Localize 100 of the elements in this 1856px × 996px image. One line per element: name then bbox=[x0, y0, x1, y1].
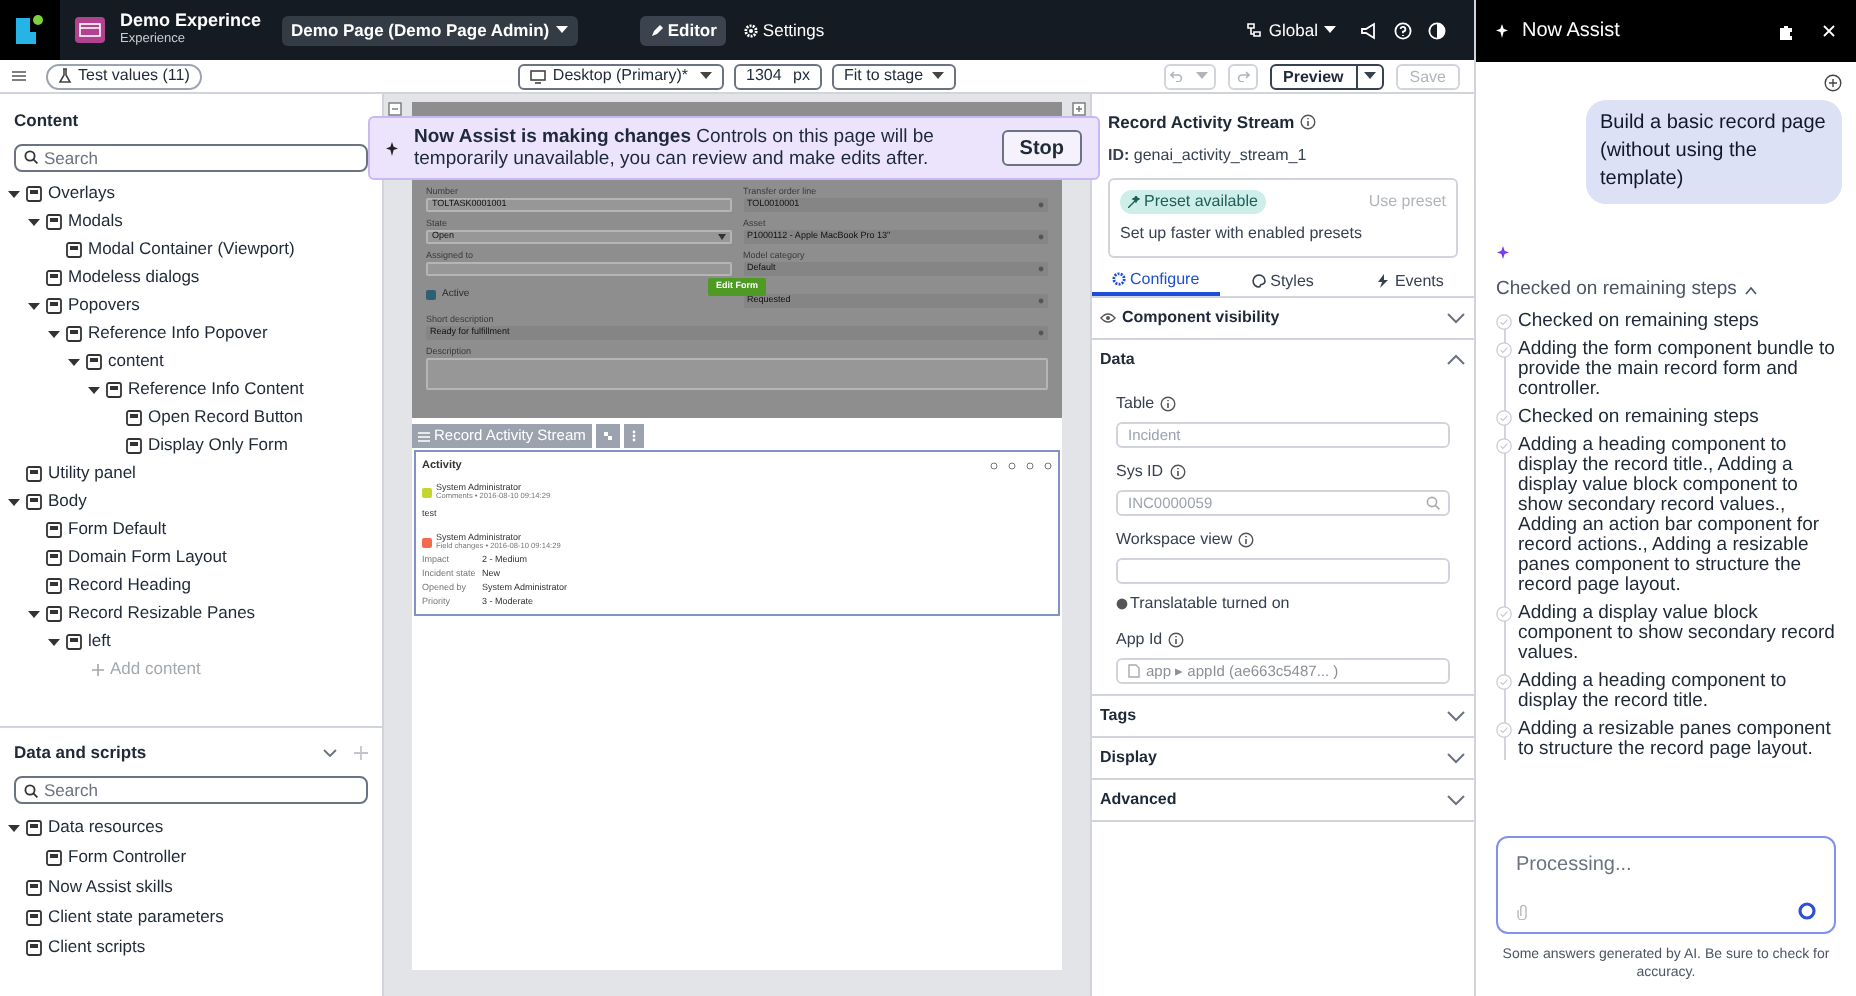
lock-icon bbox=[1038, 234, 1044, 240]
stop-icon[interactable] bbox=[1798, 902, 1816, 920]
collapse-icon[interactable] bbox=[388, 102, 402, 116]
tree-item[interactable]: Modeless dialogs bbox=[68, 264, 200, 291]
progress-step: Adding a heading component to display the record title. bbox=[1518, 672, 1836, 713]
menu-icon[interactable] bbox=[12, 70, 26, 82]
banner-message: Now Assist is making changes Controls on this page will be temporarily unavailable, you can review and make edits after. bbox=[414, 126, 936, 170]
tree-item[interactable]: Now Assist skills bbox=[48, 874, 173, 900]
tree-item[interactable]: Reference Info Content bbox=[128, 376, 304, 403]
section-header[interactable]: Component visibility bbox=[1092, 297, 1474, 338]
tree-item[interactable]: Reference Info Popover bbox=[88, 320, 268, 347]
stop-button[interactable]: Stop bbox=[1001, 130, 1082, 166]
tree-item[interactable]: Form Default bbox=[68, 516, 167, 543]
component-title: Record Activity Stream bbox=[1108, 110, 1295, 136]
tree-item[interactable]: Popovers bbox=[68, 292, 140, 319]
field-label: Table bbox=[1116, 391, 1155, 416]
properties-tab[interactable]: Events bbox=[1346, 267, 1475, 296]
scope-selector[interactable]: Global bbox=[1246, 17, 1336, 43]
flask-icon bbox=[58, 68, 72, 84]
message-input[interactable]: Processing... bbox=[1516, 850, 1816, 880]
message-field[interactable]: Processing... bbox=[1496, 836, 1836, 934]
puzzle-icon[interactable] bbox=[1778, 23, 1794, 39]
tree-item[interactable]: Data resources bbox=[48, 814, 164, 840]
tree-item[interactable]: Record Resizable Panes bbox=[68, 600, 256, 627]
caret-icon[interactable] bbox=[8, 187, 20, 200]
component-icon bbox=[26, 185, 42, 202]
info-icon bbox=[1168, 631, 1185, 648]
new-chat-icon[interactable] bbox=[1824, 74, 1842, 92]
document-icon bbox=[1128, 663, 1140, 678]
caret-icon bbox=[1363, 72, 1376, 80]
megaphone-icon[interactable] bbox=[1360, 21, 1378, 39]
width-field[interactable]: 1304 px bbox=[734, 63, 822, 89]
list-icon bbox=[418, 431, 430, 441]
mode-tab[interactable]: Editor bbox=[639, 15, 727, 45]
experience-title: Demo Experince bbox=[120, 12, 262, 31]
component-icon bbox=[66, 241, 82, 258]
caret-icon bbox=[1324, 26, 1336, 34]
page-selector[interactable]: Demo Page (Demo Page Admin) bbox=[281, 15, 578, 45]
caret-icon bbox=[717, 234, 725, 240]
tree-item[interactable]: Overlays bbox=[48, 180, 116, 207]
component-icon bbox=[66, 325, 82, 342]
lock-icon bbox=[1038, 266, 1044, 272]
component-icon bbox=[46, 605, 62, 622]
caret-icon[interactable] bbox=[8, 495, 20, 508]
tree-item[interactable]: Modal Container (Viewport) bbox=[88, 236, 295, 263]
field-label: Sys ID bbox=[1116, 459, 1164, 484]
more-icon bbox=[631, 430, 636, 442]
user-message: Build a basic record page (without using the template) bbox=[1586, 100, 1842, 204]
caret-icon[interactable] bbox=[88, 383, 100, 396]
caret-icon[interactable] bbox=[28, 215, 40, 228]
tree-item[interactable]: content bbox=[108, 348, 164, 375]
tree-item[interactable]: Modals bbox=[68, 208, 123, 235]
search-field[interactable]: Search bbox=[14, 776, 368, 804]
hierarchy-icon bbox=[1246, 22, 1263, 38]
search-field[interactable]: Search bbox=[14, 143, 368, 172]
contrast-icon[interactable] bbox=[1428, 21, 1446, 39]
progress-step: Adding a resizable panes component to structure the record page layout. bbox=[1518, 720, 1836, 761]
checkbox[interactable] bbox=[426, 290, 436, 300]
caret-icon[interactable] bbox=[8, 821, 20, 833]
tree-item[interactable]: Body bbox=[48, 488, 87, 515]
paperclip-icon[interactable] bbox=[1516, 903, 1528, 919]
panel-title: Now Assist bbox=[1522, 18, 1622, 46]
mode-tab[interactable]: Settings bbox=[734, 15, 835, 45]
tree-item[interactable]: Form Controller bbox=[68, 844, 187, 870]
tree-item[interactable]: Utility panel bbox=[48, 460, 136, 487]
lock-icon bbox=[1038, 330, 1044, 336]
tree-item[interactable]: Open Record Button bbox=[148, 404, 303, 431]
progress-step: Adding the form component bundle to provide the main record form and controller. bbox=[1518, 340, 1836, 401]
input-field[interactable] bbox=[1116, 557, 1450, 584]
section-header[interactable]: Tags bbox=[1092, 695, 1474, 736]
tree-item[interactable]: Display Only Form bbox=[148, 432, 288, 459]
caret-icon[interactable] bbox=[48, 327, 60, 340]
close-icon[interactable] bbox=[1822, 24, 1836, 38]
section-header[interactable]: Advanced bbox=[1092, 779, 1474, 820]
caret-icon[interactable] bbox=[68, 355, 80, 368]
component-id: ID: genai_activity_stream_1 bbox=[1108, 143, 1309, 168]
properties-tab[interactable]: Styles bbox=[1219, 267, 1347, 296]
progress-toggle[interactable]: Checked on remaining steps bbox=[1496, 276, 1836, 305]
zoom-selector[interactable]: Fit to stage bbox=[832, 63, 956, 89]
component-icon bbox=[106, 381, 122, 398]
tree-item[interactable]: Client state parameters bbox=[48, 904, 224, 930]
caret-icon[interactable] bbox=[28, 299, 40, 312]
component-icon bbox=[26, 493, 42, 510]
lightning-icon bbox=[1376, 274, 1391, 289]
pencil-icon bbox=[649, 23, 664, 37]
tree-item[interactable]: Record Heading bbox=[68, 572, 191, 599]
tree-item[interactable]: Domain Form Layout bbox=[68, 544, 227, 571]
caret-icon[interactable] bbox=[28, 607, 40, 620]
tree-item[interactable]: Client scripts bbox=[48, 934, 146, 960]
section-header[interactable]: Data bbox=[1092, 339, 1474, 380]
section-header[interactable]: Display bbox=[1092, 737, 1474, 778]
caret-icon[interactable] bbox=[48, 635, 60, 648]
properties-tab[interactable]: Configure bbox=[1092, 267, 1220, 296]
logo-icon bbox=[0, 0, 60, 60]
chevron-icon[interactable] bbox=[322, 744, 338, 760]
tree-item[interactable]: left bbox=[88, 628, 111, 655]
caret-icon bbox=[931, 72, 944, 80]
device-selector[interactable]: Desktop (Primary)* bbox=[518, 63, 724, 89]
test-values-button[interactable]: Test values (11) bbox=[46, 63, 202, 89]
field-note: Translatable turned on bbox=[1130, 591, 1290, 616]
